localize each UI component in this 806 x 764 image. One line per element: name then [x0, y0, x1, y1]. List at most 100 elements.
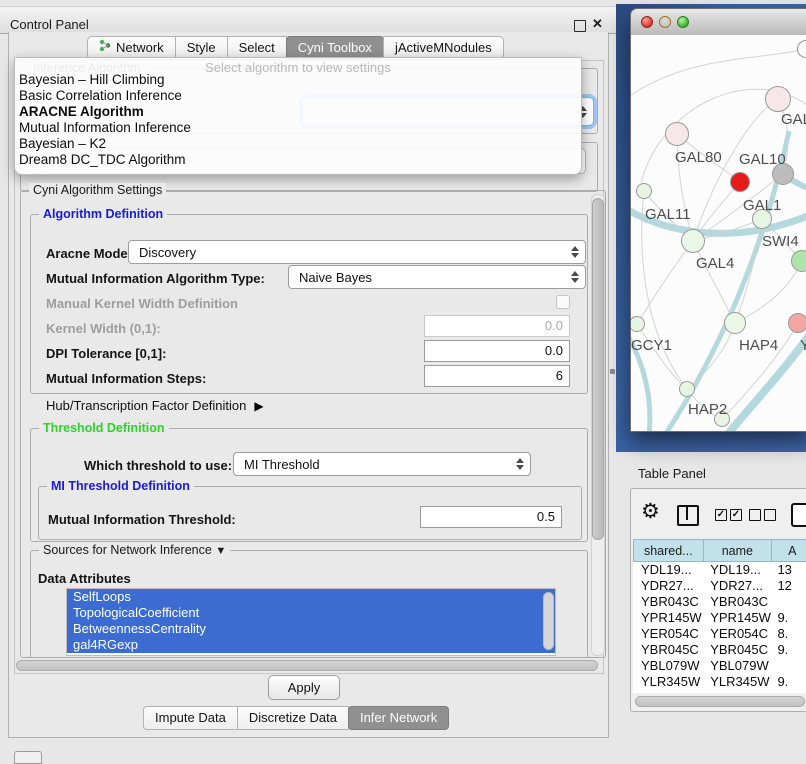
deselect-all-columns-icon[interactable]: [749, 509, 776, 521]
algo-item-basic-correlation-inference[interactable]: Basic Correlation Inference: [19, 88, 575, 104]
node-hap2[interactable]: [679, 381, 695, 397]
cell: 8.: [772, 626, 806, 642]
data-attributes-label: Data Attributes: [38, 571, 131, 586]
minimized-window-icon[interactable]: [14, 751, 42, 764]
minimize-traffic-light-icon[interactable]: [659, 16, 671, 28]
tab-label: Select: [239, 37, 275, 59]
node-label-gal: GAL: [781, 111, 806, 128]
cell: YBR043C: [633, 594, 703, 610]
kernel-width-field[interactable]: 0.0: [424, 315, 570, 337]
node-label-gal1: GAL1: [743, 197, 781, 214]
table-row[interactable]: YDR27...YDR27...12: [633, 578, 806, 594]
manual-kernel-label: Manual Kernel Width Definition: [46, 296, 238, 311]
tab-impute-data[interactable]: Impute Data: [143, 706, 238, 730]
checked-box-icon: ✓: [730, 509, 742, 521]
cell: 9.: [772, 674, 806, 690]
attr-item-topologicalcoefficient[interactable]: TopologicalCoefficient: [67, 605, 555, 621]
cell: YLR345W: [703, 674, 772, 690]
hub-transcription-factor-toggle[interactable]: Hub/Transcription Factor Definition ▶: [46, 398, 264, 413]
column-header-name[interactable]: name: [703, 539, 773, 562]
tab-label: Network: [116, 37, 164, 59]
algorithm-definition-title: Algorithm Definition: [39, 207, 167, 221]
node-top-partial[interactable]: [797, 40, 806, 58]
node-gal80[interactable]: [665, 122, 689, 146]
network-nodes-layer: GALGAL80GAL10GAL11GAL1SWI4GAL4GCY1HAP4YH…: [631, 35, 806, 432]
algo-item-bayesian-hill-climbing[interactable]: Bayesian – Hill Climbing: [19, 72, 575, 88]
table-row[interactable]: YDL19...YDL19...13: [633, 562, 806, 578]
node-gal11[interactable]: [636, 183, 652, 199]
table-row[interactable]: YBR043CYBR043C: [633, 594, 806, 610]
float-window-icon[interactable]: [574, 20, 586, 32]
tab-label: Cyni Toolbox: [298, 37, 372, 59]
node-gal-pink[interactable]: [765, 86, 791, 112]
attr-item-selfloops[interactable]: SelfLoops: [67, 589, 555, 605]
table-horizontal-scrollbar[interactable]: [635, 696, 805, 707]
node-gcy1[interactable]: [631, 316, 645, 332]
export-table-icon[interactable]: [791, 503, 806, 527]
attr-item-gal4rgexp[interactable]: gal4RGexp: [67, 637, 555, 653]
select-all-columns-icon[interactable]: ✓ ✓: [715, 509, 742, 521]
settings-horizontal-scrollbar[interactable]: [16, 660, 598, 671]
settings-vertical-scrollbar-thumb[interactable]: [592, 198, 604, 540]
apply-button[interactable]: Apply: [268, 675, 340, 700]
table-row[interactable]: YER054CYER054C8.: [633, 626, 806, 642]
mi-algorithm-type-label: Mutual Information Algorithm Type:: [46, 271, 265, 286]
attributes-scrollbar[interactable]: [543, 590, 554, 654]
close-traffic-light-icon[interactable]: [641, 16, 653, 28]
table-row[interactable]: YLR345WYLR345W9.: [633, 674, 806, 690]
cell: YER054C: [633, 626, 703, 642]
node-table: shared...nameA YDL19...YDL19...13YDR27..…: [633, 539, 806, 693]
checked-box-icon: ✓: [715, 509, 727, 521]
close-icon[interactable]: ✕: [592, 16, 603, 32]
settings-vertical-scrollbar[interactable]: [591, 194, 605, 656]
column-header-a[interactable]: A: [771, 539, 806, 562]
dpi-tolerance-field[interactable]: 0.0: [424, 340, 570, 362]
node-hap4[interactable]: [724, 312, 746, 334]
network-canvas[interactable]: GALGAL80GAL10GAL11GAL1SWI4GAL4GCY1HAP4YH…: [631, 35, 806, 432]
table-body: YDL19...YDL19...13YDR27...YDR27...12YBR0…: [633, 562, 806, 693]
cell: YBR045C: [633, 642, 703, 658]
network-window-titlebar[interactable]: [631, 9, 806, 36]
attr-item-betweennesscentrality[interactable]: BetweennessCentrality: [67, 621, 555, 637]
mi-steps-label: Mutual Information Steps:: [46, 371, 206, 386]
which-threshold-combo[interactable]: MI Threshold: [233, 452, 531, 476]
cell: YBL079W: [633, 658, 703, 674]
table-row[interactable]: YBR045CYBR045C9.: [633, 642, 806, 658]
collapsed-arrow-icon: ▶: [254, 399, 263, 413]
cell: 9.: [772, 642, 806, 658]
manual-kernel-checkbox[interactable]: [556, 295, 570, 309]
node-label-y: Y: [800, 337, 806, 354]
node-gal4[interactable]: [681, 229, 705, 253]
table-row[interactable]: YPR145WYPR145W9.: [633, 610, 806, 626]
cell: YDL19...: [633, 562, 703, 578]
algo-item-dream8-dc-tdc-algorithm[interactable]: Dream8 DC_TDC Algorithm: [19, 152, 575, 168]
sources-title-text: Sources for Network Inference: [43, 543, 212, 557]
tab-discretize-data[interactable]: Discretize Data: [237, 706, 349, 730]
algo-item-aracne-algorithm[interactable]: ARACNE Algorithm: [19, 104, 575, 120]
table-row[interactable]: YBL079WYBL079W: [633, 658, 806, 674]
node-red[interactable]: [730, 172, 750, 192]
aracne-mode-combo[interactable]: Discovery: [128, 240, 586, 264]
column-header-shared[interactable]: shared...: [633, 539, 704, 562]
columns-icon[interactable]: [677, 505, 699, 526]
expanded-arrow-icon[interactable]: ▼: [215, 545, 226, 557]
algo-item-mutual-information-inference[interactable]: Mutual Information Inference: [19, 120, 575, 136]
algo-item-bayesian-k2[interactable]: Bayesian – K2: [19, 136, 575, 152]
mi-algorithm-type-value: Naive Bayes: [299, 270, 372, 285]
table-header-row: shared...nameA: [633, 539, 806, 562]
cell: YBR045C: [703, 642, 772, 658]
mi-algorithm-type-combo[interactable]: Naive Bayes: [288, 265, 586, 289]
panel-splitter-handle[interactable]: [610, 369, 615, 374]
node-salmon[interactable]: [788, 313, 806, 333]
gear-icon[interactable]: ⚙: [641, 502, 660, 522]
mi-threshold-field[interactable]: 0.5: [420, 506, 562, 528]
attributes-scrollbar-thumb[interactable]: [543, 592, 554, 650]
node-swi4[interactable]: [791, 250, 806, 272]
mi-steps-field[interactable]: 6: [424, 365, 570, 387]
hub-transcription-factor-label: Hub/Transcription Factor Definition: [46, 398, 246, 413]
threshold-definition-title: Threshold Definition: [39, 421, 169, 435]
mi-threshold-label: Mutual Information Threshold:: [48, 512, 236, 527]
tab-infer-network[interactable]: Infer Network: [348, 706, 449, 730]
zoom-traffic-light-icon[interactable]: [677, 16, 689, 28]
table-row[interactable]: YIL052CYIL052C9: [633, 690, 806, 693]
